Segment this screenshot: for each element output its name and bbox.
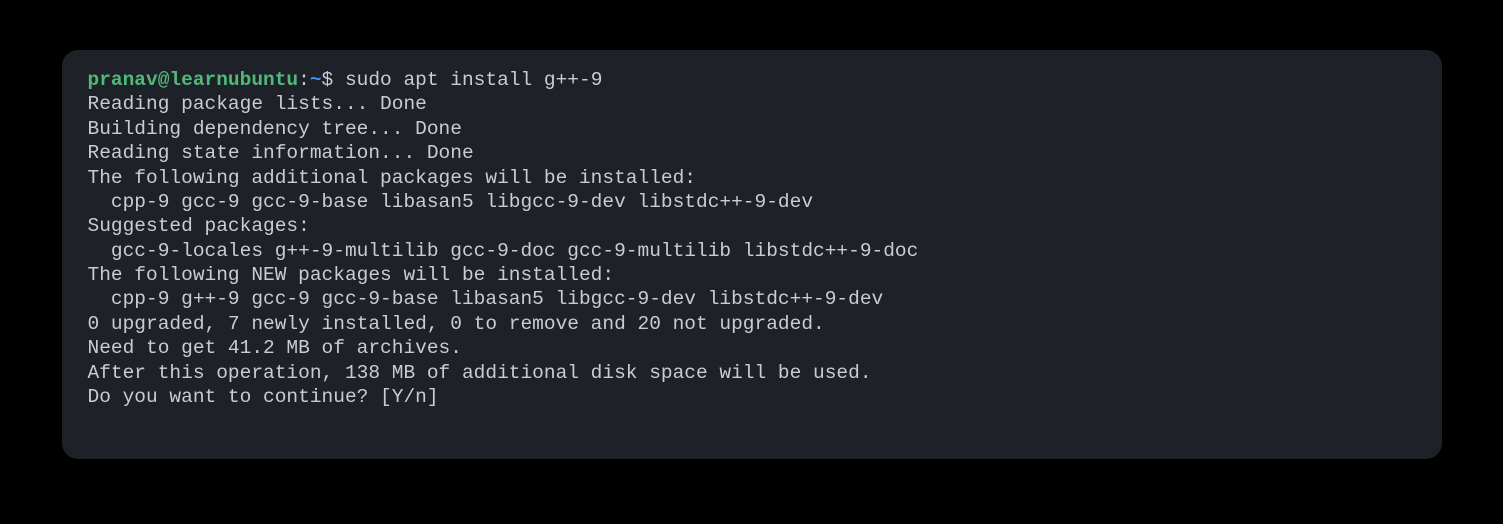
output-line: cpp-9 g++-9 gcc-9 gcc-9-base libasan5 li… xyxy=(88,287,1416,311)
terminal-window[interactable]: pranav@learnubuntu:~$ sudo apt install g… xyxy=(62,50,1442,459)
output-line: cpp-9 gcc-9 gcc-9-base libasan5 libgcc-9… xyxy=(88,190,1416,214)
command-text: sudo apt install g++-9 xyxy=(333,69,602,91)
prompt-path: ~ xyxy=(310,69,322,91)
output-line: The following NEW packages will be insta… xyxy=(88,263,1416,287)
output-line: gcc-9-locales g++-9-multilib gcc-9-doc g… xyxy=(88,239,1416,263)
prompt-symbol: $ xyxy=(322,69,334,91)
output-line: After this operation, 138 MB of addition… xyxy=(88,361,1416,385)
prompt-separator: : xyxy=(298,69,310,91)
output-line: The following additional packages will b… xyxy=(88,166,1416,190)
output-line: Need to get 41.2 MB of archives. xyxy=(88,336,1416,360)
prompt-line: pranav@learnubuntu:~$ sudo apt install g… xyxy=(88,68,1416,92)
output-line: 0 upgraded, 7 newly installed, 0 to remo… xyxy=(88,312,1416,336)
output-line: Do you want to continue? [Y/n] xyxy=(88,385,1416,409)
output-line: Reading state information... Done xyxy=(88,141,1416,165)
output-line: Reading package lists... Done xyxy=(88,92,1416,116)
output-line: Building dependency tree... Done xyxy=(88,117,1416,141)
output-line: Suggested packages: xyxy=(88,214,1416,238)
prompt-user-host: pranav@learnubuntu xyxy=(88,69,299,91)
